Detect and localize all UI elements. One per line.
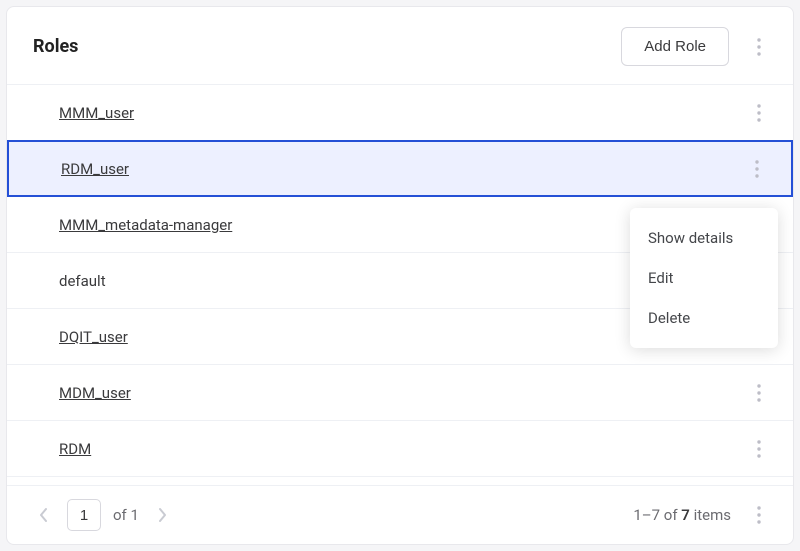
header-actions: Add Role	[621, 27, 771, 66]
header-more-button[interactable]	[747, 30, 771, 64]
row-more-button[interactable]	[745, 152, 769, 186]
more-vertical-icon	[755, 160, 759, 178]
pagination-of-label: of 1	[113, 506, 139, 524]
next-page-button[interactable]	[151, 504, 173, 526]
pagination-range-label: 1–7 of 7 items	[633, 506, 731, 524]
more-vertical-icon	[757, 38, 761, 56]
row-more-button[interactable]	[747, 376, 771, 410]
role-name-link[interactable]: RDM_user	[61, 160, 129, 178]
role-name-link[interactable]: RDM	[59, 440, 91, 458]
range-text: 1–7	[633, 506, 660, 524]
chevron-right-icon	[157, 507, 167, 523]
total-pages-text: 1	[131, 506, 139, 524]
role-name-link[interactable]: DQIT_user	[59, 328, 128, 346]
role-name-link[interactable]: MDM_user	[59, 384, 131, 402]
items-text: items	[694, 506, 731, 524]
pagination-bar: of 1 1–7 of 7 items	[7, 485, 793, 544]
pagination-left: of 1	[33, 499, 173, 531]
prev-page-button[interactable]	[33, 504, 55, 526]
role-row[interactable]: RDM	[7, 421, 793, 477]
more-vertical-icon	[757, 506, 761, 524]
role-name-link[interactable]: MMM_user	[59, 104, 134, 122]
role-row[interactable]: RDM_user	[7, 140, 793, 197]
role-row[interactable]: MDM_user	[7, 365, 793, 421]
pagination-more-button[interactable]	[747, 498, 771, 532]
role-row[interactable]: MMM_user	[7, 85, 793, 141]
menu-item[interactable]: Show details	[630, 218, 778, 258]
pagination-right: 1–7 of 7 items	[633, 498, 771, 532]
card-header: Roles Add Role	[7, 7, 793, 84]
card-title: Roles	[33, 36, 78, 57]
menu-item[interactable]: Delete	[630, 298, 778, 338]
role-name-link[interactable]: MMM_metadata-manager	[59, 216, 232, 234]
chevron-left-icon	[39, 507, 49, 523]
more-vertical-icon	[757, 440, 761, 458]
add-role-button[interactable]: Add Role	[621, 27, 729, 66]
context-menu: Show detailsEditDelete	[630, 208, 778, 348]
more-vertical-icon	[757, 384, 761, 402]
range-total-text: 7	[681, 506, 690, 524]
more-vertical-icon	[757, 104, 761, 122]
role-name-link[interactable]: default	[59, 272, 106, 290]
of-text: of	[113, 506, 127, 524]
page-number-input[interactable]	[67, 499, 101, 531]
range-of-text: of	[664, 506, 678, 524]
menu-item[interactable]: Edit	[630, 258, 778, 298]
row-more-button[interactable]	[747, 96, 771, 130]
row-more-button[interactable]	[747, 432, 771, 466]
